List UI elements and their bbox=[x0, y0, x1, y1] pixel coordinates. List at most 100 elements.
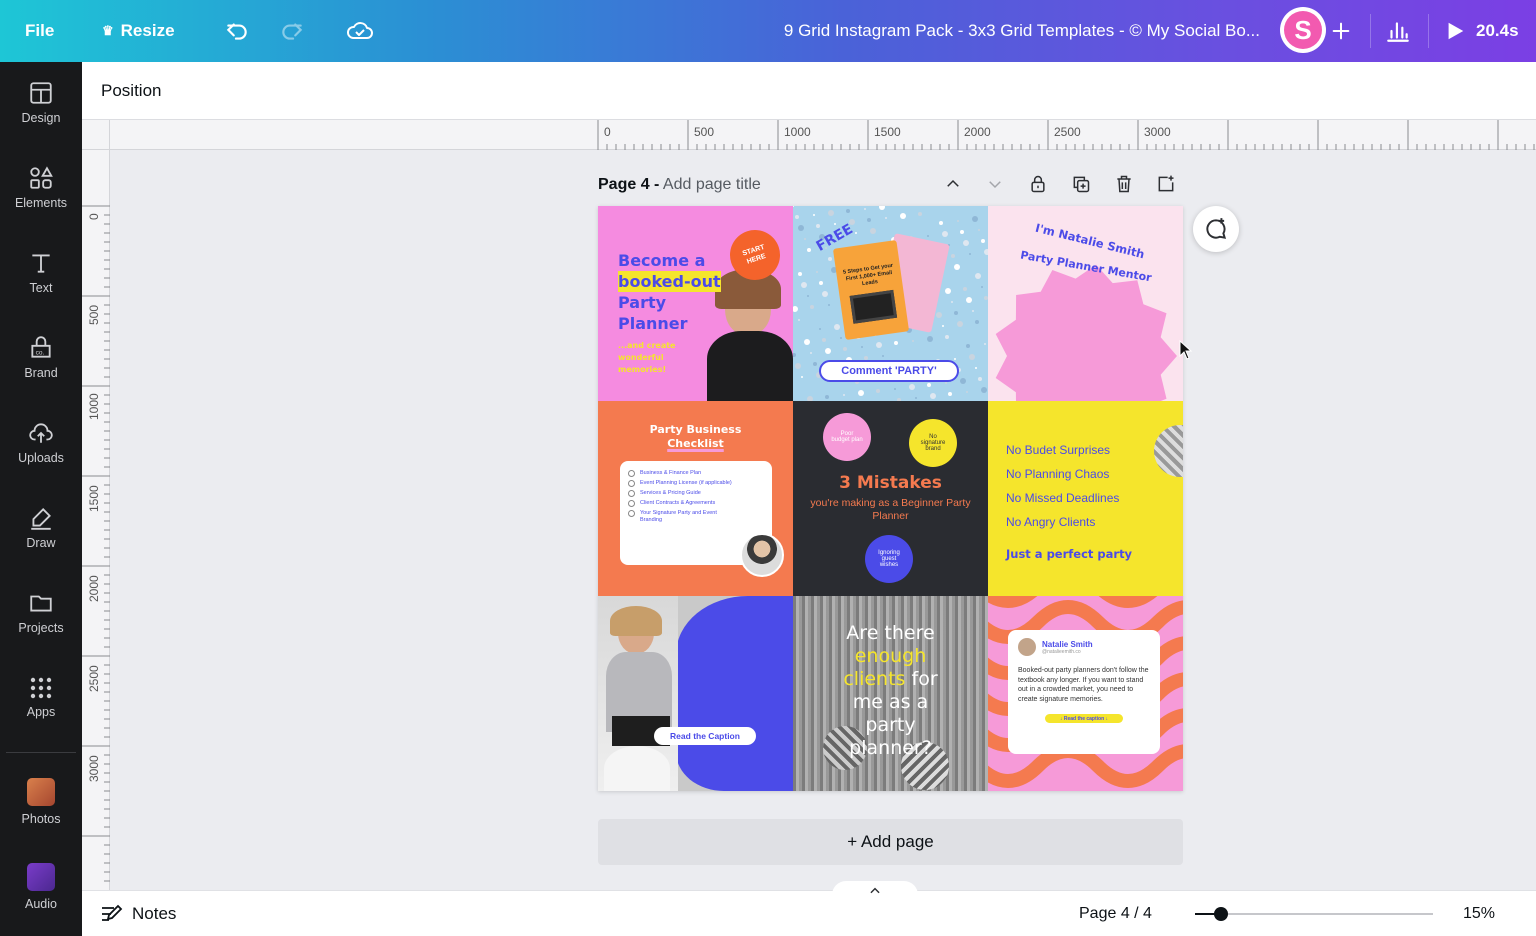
sidebar-item-uploads[interactable]: Uploads bbox=[0, 402, 82, 482]
tile-mistakes[interactable]: Poor budget plan No signature brand 3 Mi… bbox=[793, 401, 988, 596]
question-line: Are there bbox=[846, 622, 935, 644]
tweet-body: Booked-out party planners don't follow t… bbox=[1018, 667, 1149, 703]
redo-button[interactable] bbox=[279, 0, 305, 62]
avatar-letter: S bbox=[1284, 11, 1322, 49]
lock-page-button[interactable] bbox=[1026, 172, 1050, 196]
sidebar-item-design[interactable]: Design bbox=[0, 62, 82, 142]
invite-button[interactable] bbox=[1330, 0, 1352, 62]
design-page[interactable]: START HERE Become a booked-out Party Pla… bbox=[598, 206, 1183, 791]
sidebar-item-brand[interactable]: co. Brand bbox=[0, 317, 82, 397]
undo-button[interactable] bbox=[224, 0, 250, 62]
layout-icon bbox=[30, 81, 52, 104]
grid-icon bbox=[30, 677, 52, 698]
checkbox-icon bbox=[628, 480, 635, 487]
sidebar-item-text[interactable]: Text bbox=[0, 232, 82, 312]
audio-app-icon bbox=[27, 863, 55, 891]
resize-button[interactable]: ♛ Resize bbox=[102, 0, 175, 62]
sidebar-item-label: Text bbox=[29, 280, 53, 295]
duplicate-page-button[interactable] bbox=[1069, 172, 1093, 196]
badge-brand: No signature brand bbox=[909, 419, 957, 467]
delete-page-button[interactable] bbox=[1112, 172, 1136, 196]
headline-line: booked-out bbox=[618, 271, 721, 292]
benefit-line: No Planning Chaos bbox=[1006, 467, 1110, 481]
avatar bbox=[1018, 638, 1036, 656]
badge-text: Poor budget plan bbox=[831, 431, 863, 443]
page-indicator[interactable]: Page 4 / 4 bbox=[1079, 905, 1152, 923]
checkbox-icon bbox=[628, 490, 635, 497]
ruler-label: 1000 bbox=[784, 125, 811, 139]
tile-quote-card[interactable]: Natalie Smith @natalieemith.co Booked-ou… bbox=[988, 596, 1183, 791]
sidebar-item-photos[interactable]: Photos bbox=[0, 762, 82, 842]
ruler-ticks bbox=[597, 120, 1535, 150]
tile-checklist[interactable]: Party Business Checklist Business & Fina… bbox=[598, 401, 793, 596]
bar-chart-icon bbox=[1387, 22, 1409, 42]
checklist-item-label: Services & Pricing Guide bbox=[640, 490, 701, 496]
brand-icon: co. bbox=[31, 335, 51, 358]
move-page-up-button[interactable] bbox=[941, 172, 965, 196]
duplicate-icon bbox=[1073, 176, 1090, 193]
sidebar-item-draw[interactable]: Draw bbox=[0, 487, 82, 567]
checklist-item: Event Planning License (if applicable) bbox=[628, 480, 764, 487]
file-menu-button[interactable]: File bbox=[25, 0, 54, 62]
ruler-label: 3000 bbox=[87, 755, 101, 782]
tile-perfect-party[interactable]: No Budet Surprises No Planning Chaos No Mi… bbox=[988, 401, 1183, 596]
checklist-item: Your Signature Party and Event Branding bbox=[628, 510, 764, 524]
checklist-item: Client Contracts & Agreements bbox=[628, 500, 764, 507]
page-header: Page 4 - Add page title bbox=[598, 172, 1183, 198]
zoom-slider[interactable] bbox=[1195, 907, 1433, 921]
ruler-label: 2500 bbox=[1054, 125, 1081, 139]
resize-label: Resize bbox=[120, 21, 175, 40]
present-button[interactable]: 20.4s bbox=[1444, 0, 1519, 62]
folder-icon bbox=[30, 595, 52, 612]
tile-read-caption[interactable]: Read the Caption bbox=[598, 596, 793, 791]
add-page-button[interactable]: + Add page bbox=[598, 819, 1183, 865]
tile-booked-out[interactable]: START HERE Become a booked-out Party Pla… bbox=[598, 206, 793, 401]
checkbox-icon bbox=[628, 510, 635, 517]
insights-button[interactable] bbox=[1385, 0, 1411, 62]
sidebar-item-elements[interactable]: Elements bbox=[0, 147, 82, 227]
sidebar-item-apps[interactable]: Apps bbox=[0, 657, 82, 737]
tile-enough-clients[interactable]: Are there enough clients for me as a par… bbox=[793, 596, 988, 791]
disco-ball-image bbox=[1154, 425, 1183, 477]
notes-button[interactable]: Notes bbox=[100, 903, 176, 925]
add-comment-button[interactable] bbox=[1193, 206, 1239, 252]
mistakes-headline: 3 Mistakes bbox=[839, 473, 942, 493]
position-button[interactable]: Position bbox=[101, 81, 161, 101]
sidebar-item-audio[interactable]: Audio bbox=[0, 847, 82, 927]
horizontal-ruler[interactable]: 0 500 1000 1500 2000 2500 3000 bbox=[110, 120, 1536, 150]
benefit-line: No Angry Clients bbox=[1006, 515, 1096, 529]
question-line: planner? bbox=[849, 737, 932, 759]
checkbox-icon bbox=[628, 470, 635, 477]
chevron-up-icon bbox=[870, 887, 880, 894]
tile-free-guide[interactable]: FREE 5 Steps to Get your First 1,000+ Em… bbox=[793, 206, 988, 401]
sidebar-item-projects[interactable]: Projects bbox=[0, 572, 82, 652]
badge-guests: Ignoring guest wishes bbox=[865, 535, 913, 583]
save-status-button[interactable] bbox=[346, 0, 374, 62]
sidebar-item-label: Design bbox=[21, 110, 61, 125]
page-title[interactable]: Page 4 - Add page title bbox=[598, 176, 761, 194]
ruler-label: 1500 bbox=[874, 125, 901, 139]
add-page-button-icon[interactable] bbox=[1154, 172, 1178, 196]
vertical-ruler[interactable]: 0 500 1000 1500 2000 2500 3000 bbox=[82, 150, 110, 890]
toolbar-divider bbox=[1370, 14, 1371, 48]
badge-text: No signature brand bbox=[920, 434, 946, 452]
question-line: for bbox=[911, 668, 938, 690]
expand-pages-button[interactable] bbox=[832, 881, 918, 901]
tile-natalie-intro[interactable]: I'm Natalie Smith Party Planner Mentor bbox=[988, 206, 1183, 401]
blue-wave-shape bbox=[676, 596, 793, 791]
zoom-slider-handle[interactable] bbox=[1214, 907, 1229, 921]
side-panel: Design Elements Text co. Brand Uploads D… bbox=[0, 62, 82, 936]
question-line: party bbox=[865, 714, 916, 736]
ruler-label: 0 bbox=[604, 125, 611, 139]
mistakes-subtitle: you're making as a Beginner Party Planne… bbox=[810, 497, 971, 522]
tweet-handle: @natalieemith.co bbox=[1042, 648, 1081, 655]
cloud-check-icon bbox=[347, 22, 373, 39]
checklist-item-label: Your Signature Party and Event Branding bbox=[640, 510, 717, 523]
document-title[interactable]: 9 Grid Instagram Pack - 3x3 Grid Templat… bbox=[740, 0, 1260, 62]
move-page-down-button[interactable] bbox=[983, 172, 1007, 196]
question-line: me as a bbox=[852, 691, 929, 713]
avatar[interactable]: S bbox=[1280, 7, 1326, 53]
svg-text:co.: co. bbox=[36, 349, 45, 356]
play-icon bbox=[1448, 22, 1464, 40]
zoom-level[interactable]: 15% bbox=[1463, 905, 1495, 923]
